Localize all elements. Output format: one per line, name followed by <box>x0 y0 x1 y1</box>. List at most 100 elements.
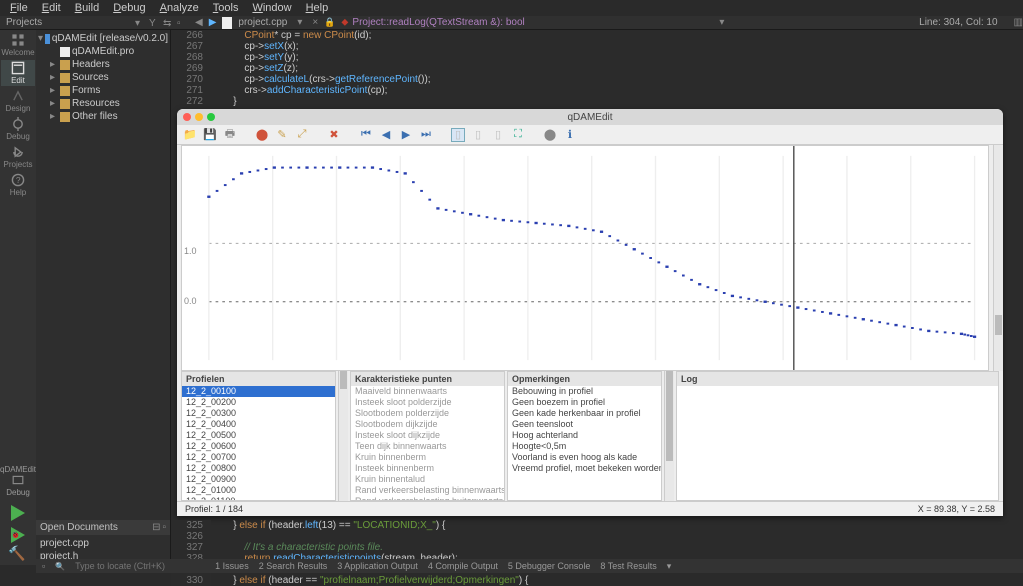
open-doc[interactable]: project.cpp <box>40 537 166 550</box>
code-editor-bottom[interactable]: 325 } else if (header.left(13) == "LOCAT… <box>171 520 1023 586</box>
last-icon[interactable]: ⏭ <box>419 128 433 142</box>
first-icon[interactable]: ⏮ <box>359 128 373 142</box>
list-item[interactable]: 12_2_00600 <box>182 441 335 452</box>
build-button[interactable]: 🔨 <box>8 545 28 565</box>
rail-projects[interactable]: Projects <box>1 144 35 170</box>
output-tab-compile[interactable]: 4 Compile Output <box>428 561 498 571</box>
settings2-icon[interactable]: ⬤ <box>543 128 557 142</box>
rail-edit[interactable]: Edit <box>1 60 35 86</box>
list-item[interactable]: Slootbodem polderzijde <box>351 408 504 419</box>
profielen-scrollbar[interactable] <box>338 371 348 501</box>
list-item[interactable]: 12_2_00900 <box>182 474 335 485</box>
list-item[interactable]: Rand verkeersbelasting buitenwaarts <box>351 496 504 500</box>
close-icon[interactable]: ▫ <box>162 522 166 533</box>
output-tab-tests[interactable]: 8 Test Results <box>600 561 656 571</box>
open-folder-icon[interactable]: 📁 <box>183 128 197 142</box>
tab-close-icon[interactable]: × <box>312 17 318 28</box>
chart[interactable]: 1.0 0.0 <box>181 145 989 371</box>
print-icon[interactable]: 🖶 <box>223 128 237 142</box>
list-item[interactable]: Kruin binnentalud <box>351 474 504 485</box>
save-icon[interactable]: 💾 <box>203 128 217 142</box>
filter-icon[interactable]: ▾ <box>135 18 145 28</box>
rail-debug[interactable]: Debug <box>1 116 35 142</box>
list-item[interactable]: 12_2_00800 <box>182 463 335 474</box>
list-item[interactable]: Geen teensloot <box>508 419 661 430</box>
list-item[interactable]: 12_2_01000 <box>182 485 335 496</box>
tree-root[interactable]: ▾qDAMEdit [release/v0.2.0] <box>38 32 168 45</box>
tree-folder-headers[interactable]: ▸Headers <box>38 58 168 71</box>
chart-scrollbar[interactable] <box>993 145 1003 371</box>
view2-icon[interactable]: ▯ <box>471 128 485 142</box>
run-debug-button[interactable]: 🐞 <box>8 523 28 543</box>
func-dropdown-icon[interactable]: ▾ <box>719 17 724 28</box>
list-kp[interactable]: Maaiveld binnenwaartsInsteek sloot polde… <box>351 386 504 500</box>
list-item[interactable]: 12_2_00100 <box>182 386 335 397</box>
pin-icon[interactable]: ⊟ <box>152 522 160 533</box>
next-icon[interactable]: ▶ <box>399 128 413 142</box>
delete-icon[interactable]: ✖ <box>327 128 341 142</box>
nav-back-icon[interactable]: ◀ <box>195 17 203 28</box>
list-item[interactable]: Insteek sloot polderzijde <box>351 397 504 408</box>
code-editor-top[interactable]: 266 CPoint* cp = new CPoint(id);267 cp->… <box>171 30 1023 107</box>
menu-analyze[interactable]: Analyze <box>154 2 205 14</box>
menu-tools[interactable]: Tools <box>207 2 245 14</box>
list-item[interactable]: Geen kade herkenbaar in profiel <box>508 408 661 419</box>
menu-window[interactable]: Window <box>246 2 297 14</box>
output-tab-appout[interactable]: 3 Application Output <box>337 561 418 571</box>
tree-folder-sources[interactable]: ▸Sources <box>38 71 168 84</box>
rail-welcome[interactable]: Welcome <box>1 32 35 58</box>
list-item[interactable]: 12_2_00200 <box>182 397 335 408</box>
list-item[interactable]: Rand verkeersbelasting binnenwaarts <box>351 485 504 496</box>
list-item[interactable]: Vreemd profiel, moet bekeken worden <box>508 463 661 474</box>
locator-input[interactable] <box>75 561 205 571</box>
output-dropdown-icon[interactable]: ▾ <box>667 561 672 572</box>
measure-icon[interactable]: ⤢ <box>295 128 309 142</box>
output-tab-debugger[interactable]: 5 Debugger Console <box>508 561 591 571</box>
view1-icon[interactable]: ▯ <box>451 128 465 142</box>
function-selector[interactable]: ⬥ Project::readLog(QTextStream &): bool <box>341 17 524 28</box>
list-item[interactable]: Voorland is even hoog als kade <box>508 452 661 463</box>
line-col-indicator[interactable]: Line: 304, Col: 10 <box>919 17 997 28</box>
tree-folder-forms[interactable]: ▸Forms <box>38 84 168 97</box>
list-profielen[interactable]: 12_2_0010012_2_0020012_2_0030012_2_00400… <box>182 386 335 500</box>
list-opm[interactable]: Bebouwing in profielGeen boezem in profi… <box>508 386 661 500</box>
rail-help[interactable]: ?Help <box>1 172 35 198</box>
menu-file[interactable]: File <box>4 2 34 14</box>
opm-scrollbar[interactable] <box>664 371 674 501</box>
tree-folder-other[interactable]: ▸Other files <box>38 110 168 123</box>
list-item[interactable]: 12_2_00300 <box>182 408 335 419</box>
app-titlebar[interactable]: qDAMEdit <box>177 109 1003 125</box>
record-icon[interactable]: ⬤ <box>255 128 269 142</box>
list-item[interactable]: Kruin binnenberm <box>351 452 504 463</box>
list-item[interactable]: Bebouwing in profiel <box>508 386 661 397</box>
menu-edit[interactable]: Edit <box>36 2 67 14</box>
funnel-icon[interactable]: Y <box>149 18 159 28</box>
run-button[interactable] <box>8 501 28 521</box>
nav-fwd-icon[interactable]: ▶ <box>209 17 217 28</box>
view3-icon[interactable]: ▯ <box>491 128 505 142</box>
list-item[interactable]: 12_2_00500 <box>182 430 335 441</box>
tree-profile[interactable]: qDAMEdit.pro <box>38 45 168 58</box>
bottom-close-icon[interactable]: ▫ <box>42 561 45 571</box>
output-tab-issues[interactable]: 1 Issues <box>215 561 249 571</box>
list-log[interactable] <box>677 386 998 500</box>
menu-help[interactable]: Help <box>300 2 335 14</box>
sync-icon[interactable]: ⇆ <box>163 18 173 28</box>
info-icon[interactable]: ℹ <box>563 128 577 142</box>
list-item[interactable]: 12_2_01100 <box>182 496 335 500</box>
editor-split-icon[interactable]: ▥ <box>1014 17 1023 28</box>
menu-build[interactable]: Build <box>69 2 105 14</box>
open-documents-header[interactable]: Open Documents ⊟▫ <box>36 520 170 535</box>
split-icon[interactable]: ▫ <box>177 18 187 28</box>
prev-icon[interactable]: ◀ <box>379 128 393 142</box>
list-item[interactable]: Hoog achterland <box>508 430 661 441</box>
build-target[interactable]: qDAMEdit Debug <box>0 463 38 499</box>
select-icon[interactable]: ✎ <box>275 128 289 142</box>
list-item[interactable]: Maaiveld binnenwaarts <box>351 386 504 397</box>
list-item[interactable]: Geen boezem in profiel <box>508 397 661 408</box>
list-item[interactable]: Hoogte<0,5m <box>508 441 661 452</box>
list-item[interactable]: Insteek sloot dijkzijde <box>351 430 504 441</box>
tab-filename[interactable]: project.cpp <box>238 17 287 28</box>
fullscreen-icon[interactable]: ⛶ <box>511 128 525 142</box>
list-item[interactable]: Slootbodem dijkzijde <box>351 419 504 430</box>
